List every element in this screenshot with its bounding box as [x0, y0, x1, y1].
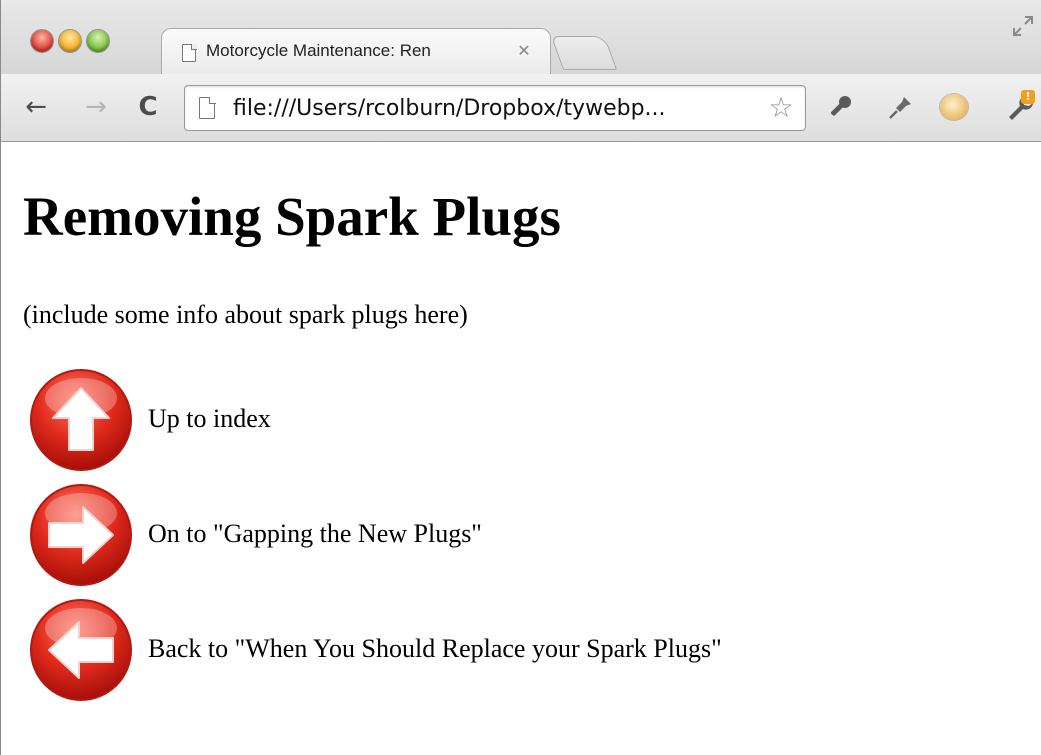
- page-content: Removing Spark Plugs (include some info …: [1, 143, 1041, 755]
- forward-button[interactable]: →: [81, 92, 111, 122]
- browser-window: Motorcycle Maintenance: Ren ✕ ← → C file…: [0, 0, 1041, 755]
- right-arrow-icon[interactable]: [29, 483, 133, 587]
- maximize-window-button[interactable]: [87, 30, 109, 52]
- close-tab-icon[interactable]: ✕: [514, 41, 534, 61]
- close-window-button[interactable]: [31, 30, 53, 52]
- page-icon: [182, 43, 197, 62]
- up-to-index-label[interactable]: Up to index: [148, 404, 271, 434]
- minimize-window-button[interactable]: [59, 30, 81, 52]
- tab-active[interactable]: Motorcycle Maintenance: Ren ✕: [161, 28, 551, 74]
- fullscreen-icon[interactable]: [1011, 14, 1035, 38]
- page-icon: [199, 96, 216, 119]
- tab-strip: Motorcycle Maintenance: Ren ✕: [1, 0, 1041, 74]
- face-extension-icon[interactable]: [940, 94, 968, 120]
- pen-extension-icon[interactable]: [823, 92, 855, 124]
- pin-extension-icon[interactable]: [884, 92, 916, 124]
- left-arrow-icon[interactable]: [29, 598, 133, 702]
- intro-text: (include some info about spark plugs her…: [23, 300, 468, 329]
- previous-page-label[interactable]: Back to "When You Should Replace your Sp…: [148, 634, 722, 664]
- up-arrow-icon[interactable]: [29, 368, 133, 472]
- tab-title: Motorcycle Maintenance: Ren: [206, 41, 431, 60]
- star-icon[interactable]: ☆: [765, 92, 797, 124]
- toolbar: ← → C file:///Users/rcolburn/Dropbox/tyw…: [1, 74, 1041, 142]
- back-button[interactable]: ←: [21, 92, 51, 122]
- next-page-label[interactable]: On to "Gapping the New Plugs": [148, 519, 482, 549]
- address-bar[interactable]: file:///Users/rcolburn/Dropbox/tywebp...…: [184, 85, 806, 131]
- update-badge-icon: !: [1021, 90, 1035, 104]
- page-title: Removing Spark Plugs: [23, 186, 561, 247]
- reload-button[interactable]: C: [133, 92, 163, 122]
- url-text[interactable]: file:///Users/rcolburn/Dropbox/tywebp...: [233, 94, 763, 124]
- new-tab-button[interactable]: [550, 36, 618, 70]
